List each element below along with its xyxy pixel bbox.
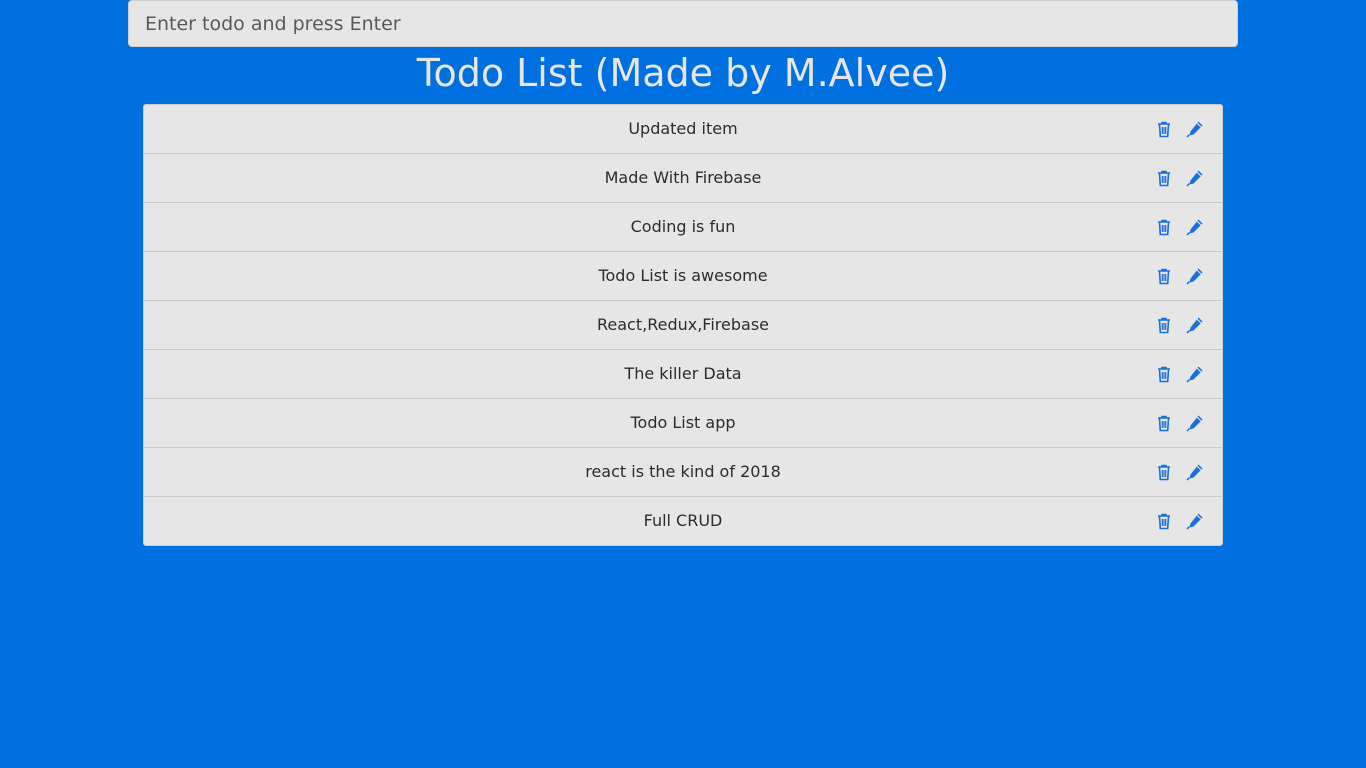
pencil-icon[interactable] [1185,120,1204,139]
trash-icon[interactable] [1154,414,1173,433]
item-actions [1154,301,1204,349]
item-actions [1154,154,1204,202]
trash-icon[interactable] [1154,365,1173,384]
trash-icon[interactable] [1154,512,1173,531]
page-title: Todo List (Made by M.Alvee) [416,51,950,95]
todo-list: Updated item Made With Firebase Coding i… [143,104,1223,546]
item-actions [1154,252,1204,300]
todo-text: react is the kind of 2018 [585,462,781,481]
item-actions [1154,203,1204,251]
list-item: Coding is fun [144,203,1222,252]
list-item: React,Redux,Firebase [144,301,1222,350]
trash-icon[interactable] [1154,316,1173,335]
pencil-icon[interactable] [1185,267,1204,286]
todo-text: Made With Firebase [604,168,762,187]
todo-text: Updated item [628,119,738,138]
pencil-icon[interactable] [1185,463,1204,482]
todo-text: Todo List app [630,413,736,432]
list-item: Full CRUD [144,497,1222,545]
pencil-icon[interactable] [1185,218,1204,237]
trash-icon[interactable] [1154,120,1173,139]
item-actions [1154,105,1204,153]
trash-icon[interactable] [1154,218,1173,237]
list-item: Updated item [144,105,1222,154]
todo-text: The killer Data [624,364,742,383]
item-actions [1154,497,1204,545]
pencil-icon[interactable] [1185,512,1204,531]
todo-input[interactable] [128,0,1238,47]
item-actions [1154,399,1204,447]
list-item: Todo List app [144,399,1222,448]
item-actions [1154,448,1204,496]
list-item: Todo List is awesome [144,252,1222,301]
pencil-icon[interactable] [1185,316,1204,335]
todo-text: Todo List is awesome [598,266,768,285]
pencil-icon[interactable] [1185,414,1204,433]
pencil-icon[interactable] [1185,169,1204,188]
todo-text: Full CRUD [643,511,723,530]
todo-text: React,Redux,Firebase [597,315,769,334]
list-item: The killer Data [144,350,1222,399]
trash-icon[interactable] [1154,267,1173,286]
list-item: Made With Firebase [144,154,1222,203]
todo-text: Coding is fun [630,217,736,236]
pencil-icon[interactable] [1185,365,1204,384]
trash-icon[interactable] [1154,463,1173,482]
app-root: Todo List (Made by M.Alvee) Updated item… [0,0,1366,768]
list-item: react is the kind of 2018 [144,448,1222,497]
item-actions [1154,350,1204,398]
trash-icon[interactable] [1154,169,1173,188]
